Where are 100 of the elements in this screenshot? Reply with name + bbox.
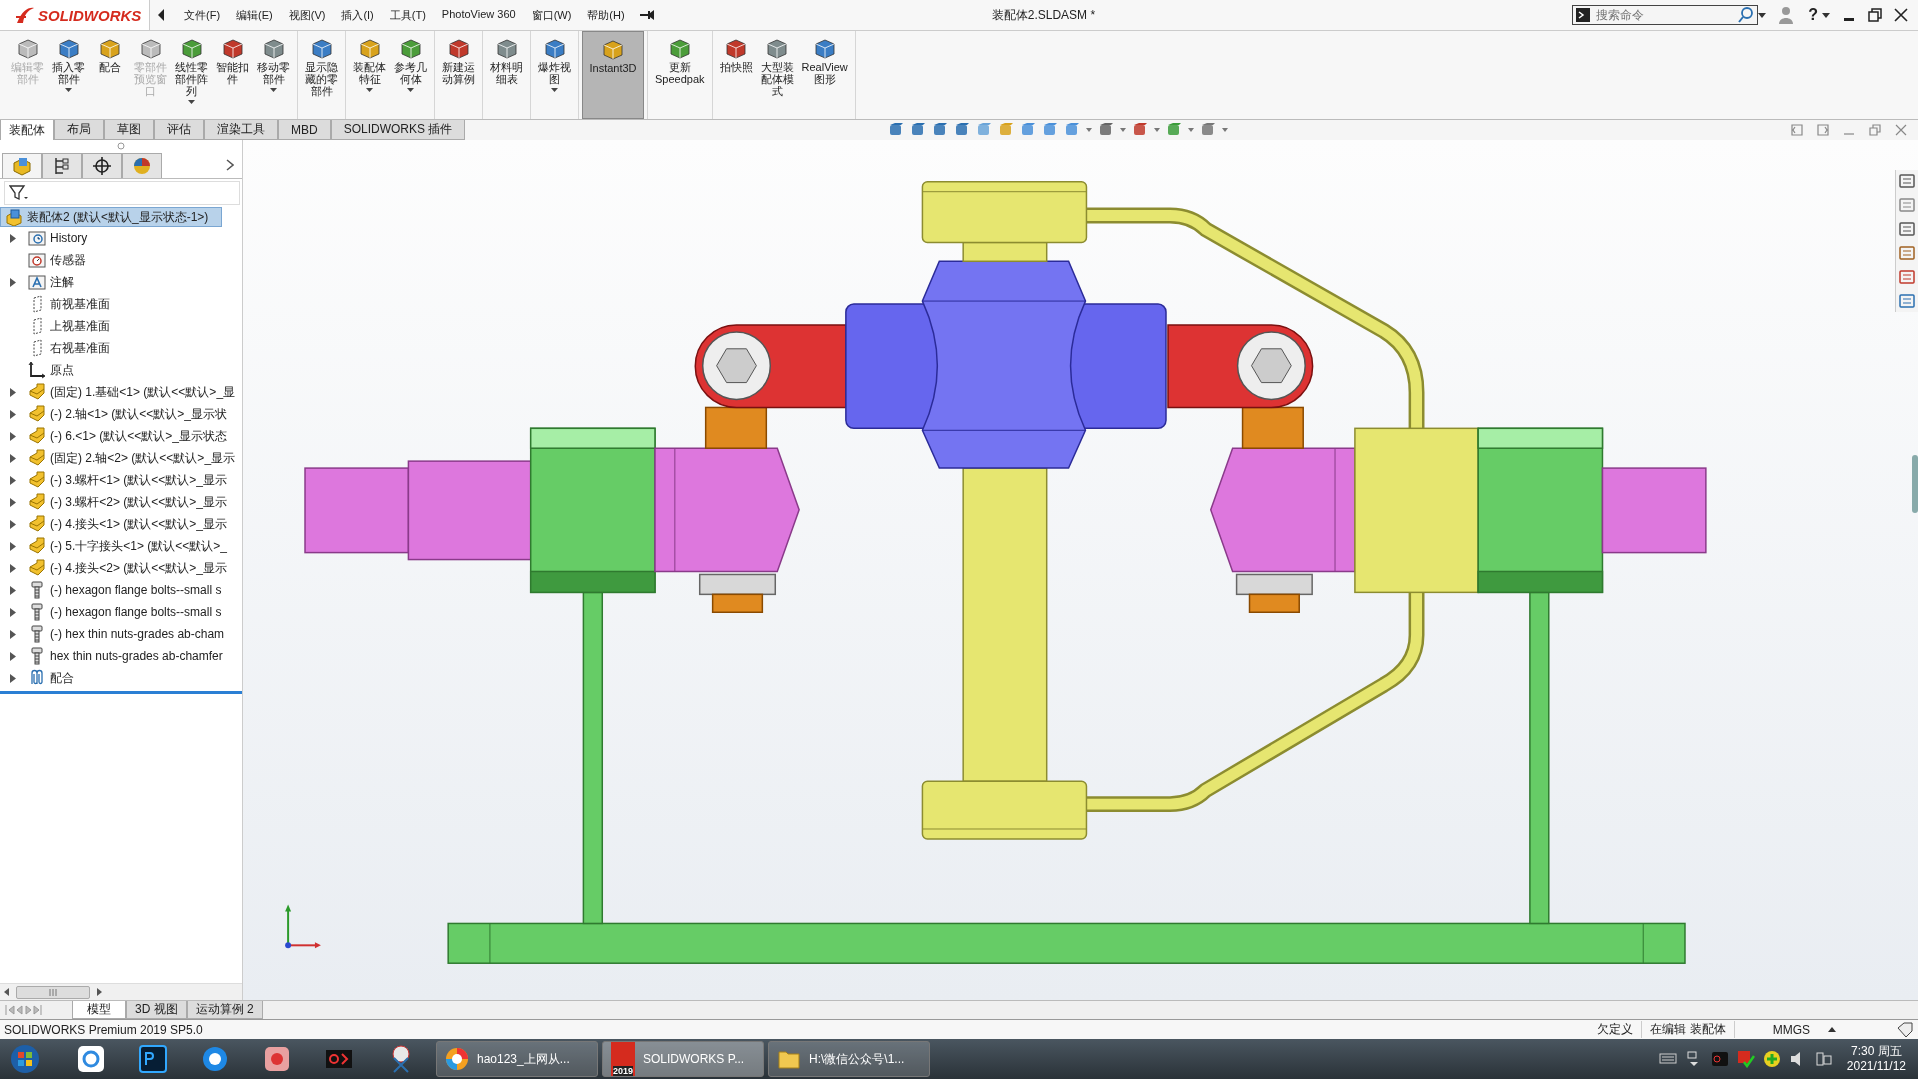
network-icon[interactable] bbox=[1814, 1050, 1833, 1068]
view-tool-icon[interactable] bbox=[910, 122, 927, 138]
filter-field[interactable] bbox=[4, 181, 240, 205]
command-tab[interactable]: 渲染工具 bbox=[204, 120, 278, 140]
tree-item[interactable]: 配合 bbox=[50, 669, 74, 687]
tree-item[interactable]: 右视基准面 bbox=[50, 339, 110, 357]
clock[interactable]: 7:30 周五 2021/11/12 bbox=[1846, 1044, 1906, 1074]
caret-icon[interactable] bbox=[366, 88, 373, 92]
model-tab[interactable]: 运动算例 2 bbox=[186, 1001, 263, 1019]
ribbon-button[interactable]: 更新Speedpak bbox=[651, 31, 709, 119]
expand-arrow-icon[interactable] bbox=[10, 277, 16, 287]
grip-icon[interactable] bbox=[117, 142, 125, 150]
ribbon-button[interactable]: RealView图形 bbox=[797, 31, 852, 119]
help-button[interactable]: ? bbox=[1808, 6, 1818, 24]
view-tool-icon[interactable] bbox=[954, 122, 971, 138]
tree-item[interactable]: History bbox=[50, 231, 88, 245]
menu-item[interactable]: 工具(T) bbox=[389, 7, 426, 23]
tree-item[interactable]: (-) 6.<1> (默认<<默认>_显示状态 bbox=[50, 427, 228, 445]
caret-icon[interactable] bbox=[551, 88, 558, 92]
chevron-right-icon[interactable] bbox=[226, 159, 234, 171]
ribbon-button[interactable]: 新建运动算例 bbox=[438, 31, 479, 119]
scroll-thumb[interactable] bbox=[16, 985, 90, 999]
caret-icon[interactable] bbox=[1822, 12, 1830, 18]
ribbon-button[interactable]: 插入零部件 bbox=[48, 31, 89, 119]
ribbon-button[interactable]: 配合 bbox=[89, 31, 130, 119]
expand-arrow-icon[interactable] bbox=[10, 673, 16, 683]
tree-item[interactable]: (固定) 1.基础<1> (默认<<默认>_显 bbox=[50, 383, 236, 401]
photo-editor-icon[interactable] bbox=[138, 1044, 168, 1074]
expand-arrow-icon[interactable] bbox=[10, 497, 16, 507]
panel-right-icon[interactable] bbox=[1816, 123, 1830, 137]
model-tab[interactable]: 模型 bbox=[72, 1001, 126, 1019]
tree-item[interactable]: (-) 3.螺杆<2> (默认<<默认>_显示 bbox=[50, 493, 228, 511]
close-icon[interactable] bbox=[1894, 8, 1908, 22]
tree-item[interactable]: 注解 bbox=[50, 273, 74, 291]
model-tab[interactable]: 3D 视图 bbox=[126, 1001, 187, 1019]
expand-arrow-icon[interactable] bbox=[10, 431, 16, 441]
view-tool-icon[interactable] bbox=[1166, 122, 1183, 138]
search-icon[interactable] bbox=[1738, 7, 1755, 23]
tree-item[interactable]: (-) hexagon flange bolts--small s bbox=[50, 605, 222, 619]
tree-item[interactable]: (-) 5.十字接头<1> (默认<<默认>_ bbox=[50, 537, 228, 555]
tree-item[interactable]: (-) hex thin nuts-grades ab-cham bbox=[50, 627, 225, 641]
scroll-handle[interactable] bbox=[1912, 455, 1918, 513]
expand-arrow-icon[interactable] bbox=[10, 651, 16, 661]
command-tab[interactable]: 评估 bbox=[154, 120, 204, 140]
view-tool-icon[interactable] bbox=[1200, 122, 1217, 138]
expand-arrow-icon[interactable] bbox=[10, 563, 16, 573]
tree-item[interactable]: (固定) 2.轴<2> (默认<<默认>_显示 bbox=[50, 449, 236, 467]
expand-arrow-icon[interactable] bbox=[10, 519, 16, 529]
panel-left-icon[interactable] bbox=[1790, 123, 1804, 137]
tree-item[interactable]: hex thin nuts-grades ab-chamfer bbox=[50, 649, 223, 663]
scroll-left-icon[interactable] bbox=[4, 988, 10, 996]
tree-item[interactable]: 传感器 bbox=[50, 251, 86, 269]
ribbon-button[interactable]: 大型装配体模式 bbox=[756, 31, 798, 119]
search-input[interactable]: 搜索命令 bbox=[1594, 8, 1735, 22]
ribbon-button[interactable]: 线性零部件阵列 bbox=[171, 31, 212, 119]
check-badge-icon[interactable] bbox=[1736, 1050, 1755, 1068]
command-tab[interactable]: SOLIDWORKS 插件 bbox=[330, 120, 466, 140]
command-tab[interactable]: MBD bbox=[278, 120, 331, 140]
plus-circle-icon[interactable] bbox=[1762, 1050, 1781, 1068]
panel-tab[interactable] bbox=[42, 152, 82, 178]
tree-item[interactable]: (-) 3.螺杆<1> (默认<<默认>_显示 bbox=[50, 471, 228, 489]
scroll-right-icon[interactable] bbox=[96, 988, 102, 996]
tree-item[interactable]: 前视基准面 bbox=[50, 295, 110, 313]
expand-arrow-icon[interactable] bbox=[10, 475, 16, 485]
panel-tab[interactable] bbox=[82, 152, 122, 178]
user-icon[interactable] bbox=[1778, 6, 1795, 24]
ribbon-button[interactable]: 智能扣件 bbox=[212, 31, 253, 119]
taskbar-button[interactable]: 2019 SOLIDWORKS P... bbox=[602, 1041, 764, 1077]
view-tool-icon[interactable] bbox=[1020, 122, 1037, 138]
ribbon-button[interactable]: 移动零部件 bbox=[253, 31, 294, 119]
caret-icon[interactable] bbox=[407, 88, 414, 92]
horizontal-scrollbar[interactable] bbox=[0, 983, 242, 1000]
units-selector[interactable]: MMGS bbox=[1764, 1022, 1822, 1037]
menu-item[interactable]: 文件(F) bbox=[184, 7, 221, 23]
view-tool-icon[interactable] bbox=[888, 122, 905, 138]
view-tool-icon[interactable] bbox=[932, 122, 949, 138]
menu-item[interactable]: 帮助(H) bbox=[587, 7, 625, 23]
menu-item[interactable]: 编辑(E) bbox=[236, 7, 273, 23]
tree-item[interactable]: (-) 2.轴<1> (默认<<默认>_显示状 bbox=[50, 405, 228, 423]
command-tab[interactable]: 装配体 bbox=[0, 120, 54, 140]
view-tool-icon[interactable] bbox=[1132, 122, 1149, 138]
view-tool-icon[interactable] bbox=[1042, 122, 1059, 138]
taskbar-button[interactable]: H:\微信公众号\1... bbox=[768, 1041, 930, 1077]
tree-item[interactable]: (-) 4.接头<1> (默认<<默认>_显示 bbox=[50, 515, 228, 533]
ribbon-button[interactable]: 爆炸视图 bbox=[534, 31, 575, 119]
pin-icon[interactable] bbox=[638, 9, 655, 21]
ribbon-button[interactable]: 参考几何体 bbox=[390, 31, 431, 119]
expand-arrow-icon[interactable] bbox=[10, 541, 16, 551]
tree-item[interactable]: 装配体2 (默认<默认_显示状态-1>) bbox=[0, 207, 222, 227]
caret-icon[interactable] bbox=[270, 88, 277, 92]
tree-item[interactable]: 原点 bbox=[50, 361, 74, 379]
ribbon-button[interactable]: 装配体特征 bbox=[349, 31, 390, 119]
menu-item[interactable]: 视图(V) bbox=[288, 7, 326, 23]
caret-up-icon[interactable] bbox=[1828, 1027, 1836, 1032]
taskbar-button[interactable]: hao123_上网从... bbox=[436, 1041, 598, 1077]
expand-arrow-icon[interactable] bbox=[10, 453, 16, 463]
ribbon-button[interactable]: 拍快照 bbox=[715, 31, 757, 119]
expand-arrow-icon[interactable] bbox=[10, 607, 16, 617]
ribbon-button[interactable]: Instant3D bbox=[582, 31, 644, 119]
back-arrow-icon[interactable] bbox=[156, 8, 166, 22]
